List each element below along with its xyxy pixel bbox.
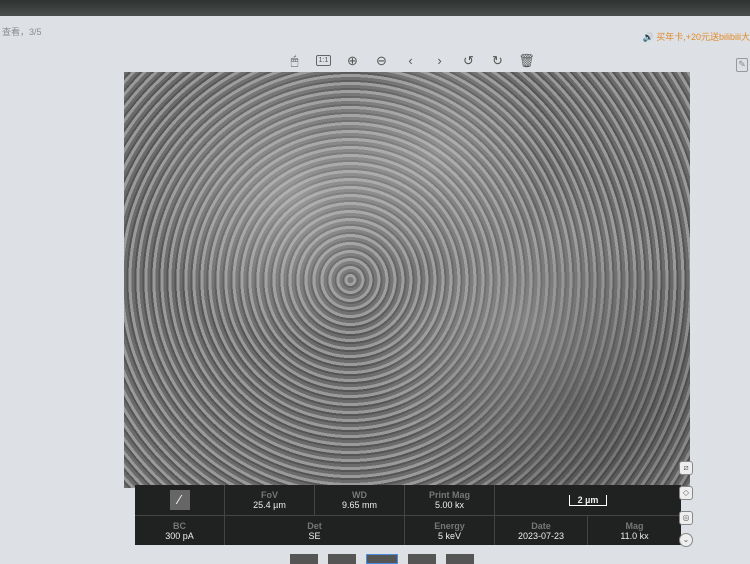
wd-value: 9.65 mm — [315, 500, 404, 510]
zoom-out-icon[interactable]: ⊖ — [372, 52, 391, 69]
energy-label: Energy — [405, 521, 494, 531]
previous-icon[interactable]: ‹ — [401, 52, 420, 69]
fov-value: 25.4 µm — [225, 500, 314, 510]
monitor-bezel — [0, 0, 750, 16]
expand-down-icon[interactable]: ⌄ — [679, 533, 693, 547]
bc-value: 300 pA — [135, 531, 224, 541]
promo-banner[interactable]: 🔊 买年卡,+20元送bilibili大 — [643, 30, 750, 43]
viewer-toolbar: 🖱 1:1 ⊕ ⊖ ‹ › ↺ ↻ 🗑 — [285, 52, 536, 69]
edit-icon[interactable]: ✎ — [736, 58, 748, 72]
zoom-in-icon[interactable]: ⊕ — [343, 52, 362, 69]
window-title: 查看，3/5 — [2, 25, 42, 38]
actual-size-icon[interactable]: 1:1 — [314, 52, 333, 69]
ocr-icon[interactable]: ◎ — [679, 511, 693, 525]
scale-bar: 2 µm — [569, 495, 608, 506]
mag-value: 11.0 kx — [588, 531, 681, 541]
promo-text: 买年卡,+20元送bilibili大 — [656, 32, 750, 42]
mag-label: Mag — [588, 521, 681, 531]
energy-value: 5 keV — [405, 531, 494, 541]
next-icon[interactable]: › — [430, 52, 449, 69]
sem-image — [124, 72, 690, 488]
print-mag-label: Print Mag — [405, 490, 494, 500]
eraser-icon[interactable]: ◇ — [679, 486, 693, 500]
sem-info-bar: ⁄ FoV25.4 µm WD9.65 mm Print Mag5.00 kx … — [135, 485, 681, 545]
mouse-icon[interactable]: 🖱 — [285, 52, 304, 69]
wd-label: WD — [315, 490, 404, 500]
delete-icon[interactable]: 🗑 — [517, 52, 536, 69]
print-mag-value: 5.00 kx — [405, 500, 494, 510]
rotate-left-icon[interactable]: ↺ — [459, 52, 478, 69]
date-value: 2023-07-23 — [495, 531, 587, 541]
det-label: Det — [225, 521, 404, 531]
sem-logo-icon: ⁄ — [170, 490, 190, 510]
crop-icon[interactable]: ⧄ — [679, 461, 693, 475]
fov-label: FoV — [225, 490, 314, 500]
actual-size-label: 1:1 — [316, 55, 332, 66]
rotate-right-icon[interactable]: ↻ — [488, 52, 507, 69]
bc-label: BC — [135, 521, 224, 531]
date-label: Date — [495, 521, 587, 531]
det-value: SE — [225, 531, 404, 541]
